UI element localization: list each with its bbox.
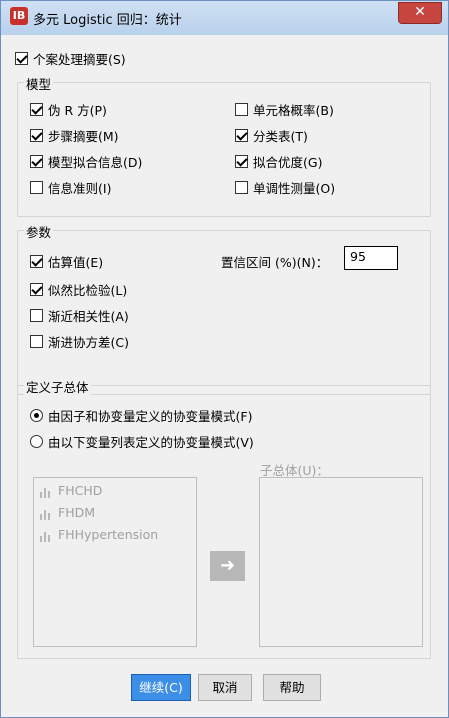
model-group-legend: 模型 [24, 74, 54, 93]
pseudo-r2-checkbox[interactable]: 伪 R 方(P) [30, 100, 107, 119]
case-summary-checkbox[interactable]: 个案处理摘要(S) [15, 49, 126, 68]
classification-table-check-icon[interactable] [235, 129, 248, 142]
cell-prob-checkbox[interactable]: 单元格概率(B) [235, 100, 334, 119]
asymptotic-cov-label: 渐进协方差(C) [48, 335, 129, 350]
likelihood-ratio-check-icon[interactable] [30, 283, 43, 296]
subpop-group-legend: 定义子总体 [24, 377, 91, 396]
likelihood-ratio-checkbox[interactable]: 似然比检验(L) [30, 280, 127, 299]
classification-table-checkbox[interactable]: 分类表(T) [235, 126, 308, 145]
dialog-window: IB 多元 Logistic 回归：统计 ✕ 个案处理摘要(S) 模型 伪 R … [0, 0, 449, 718]
model-fit-label: 模型拟合信息(D) [48, 155, 143, 170]
pseudo-r2-check-icon[interactable] [30, 103, 43, 116]
monotonicity-label: 单调性测量(O) [253, 181, 336, 196]
continue-button[interactable]: 继续(C) [131, 674, 191, 701]
asymptotic-cov-check-icon[interactable] [30, 335, 43, 348]
estimates-check-icon[interactable] [30, 255, 43, 268]
goodness-of-fit-check-icon[interactable] [235, 155, 248, 168]
variable-source-list[interactable]: FHCHD FHDM FHHypertension [33, 477, 197, 647]
variable-name: FHDM [58, 505, 95, 520]
cancel-button[interactable]: 取消 [198, 674, 252, 701]
model-group: 模型 伪 R 方(P) 步骤摘要(M) 模型拟合信息(D) 信息准则(I) 单元… [17, 74, 431, 217]
info-criteria-check-icon[interactable] [30, 181, 43, 194]
list-item[interactable]: FHDM [38, 505, 95, 520]
scale-variable-icon [38, 484, 53, 498]
step-summary-check-icon[interactable] [30, 129, 43, 142]
help-button[interactable]: 帮助 [263, 674, 321, 701]
goodness-of-fit-checkbox[interactable]: 拟合优度(G) [235, 152, 322, 171]
window-title: 多元 Logistic 回归：统计 [33, 13, 182, 28]
asymptotic-corr-check-icon[interactable] [30, 309, 43, 322]
classification-table-label: 分类表(T) [253, 129, 308, 144]
factor-covariate-radio[interactable]: 由因子和协变量定义的协变量模式(F) [30, 406, 252, 425]
scale-variable-icon [38, 528, 53, 542]
variable-list-label: 由以下变量列表定义的协变量模式(V) [48, 435, 254, 450]
likelihood-ratio-label: 似然比检验(L) [48, 283, 128, 298]
info-criteria-label: 信息准则(I) [48, 181, 112, 196]
dialog-content: 个案处理摘要(S) 模型 伪 R 方(P) 步骤摘要(M) 模型拟合信息(D) … [9, 36, 440, 710]
list-item[interactable]: FHCHD [38, 483, 102, 498]
cell-prob-check-icon[interactable] [235, 103, 248, 116]
variable-list-radio[interactable]: 由以下变量列表定义的协变量模式(V) [30, 432, 254, 451]
pseudo-r2-label: 伪 R 方(P) [48, 103, 107, 118]
info-criteria-checkbox[interactable]: 信息准则(I) [30, 178, 111, 197]
cell-prob-label: 单元格概率(B) [253, 103, 334, 118]
list-item[interactable]: FHHypertension [38, 527, 158, 542]
asymptotic-cov-checkbox[interactable]: 渐进协方差(C) [30, 332, 129, 351]
model-fit-check-icon[interactable] [30, 155, 43, 168]
model-fit-checkbox[interactable]: 模型拟合信息(D) [30, 152, 142, 171]
ci-label: 置信区间 (%)(N)： [221, 255, 329, 270]
step-summary-label: 步骤摘要(M) [48, 129, 119, 144]
move-right-button[interactable]: ➜ [210, 551, 245, 581]
close-button[interactable]: ✕ [398, 2, 442, 24]
variable-list-radio-icon[interactable] [30, 435, 43, 448]
asymptotic-corr-checkbox[interactable]: 渐近相关性(A) [30, 306, 129, 325]
case-summary-label: 个案处理摘要(S) [33, 52, 126, 67]
factor-covariate-radio-icon[interactable] [30, 409, 43, 422]
variable-name: FHCHD [58, 483, 103, 498]
title-bar: IB 多元 Logistic 回归：统计 ✕ [1, 1, 448, 35]
goodness-of-fit-label: 拟合优度(G) [253, 155, 323, 170]
estimates-checkbox[interactable]: 估算值(E) [30, 252, 103, 271]
ci-input[interactable]: 95 [344, 246, 398, 270]
variable-name: FHHypertension [58, 527, 159, 542]
monotonicity-checkbox[interactable]: 单调性测量(O) [235, 178, 335, 197]
spss-app-icon: IB [10, 7, 28, 25]
scale-variable-icon [38, 506, 53, 520]
asymptotic-corr-label: 渐近相关性(A) [48, 309, 129, 324]
subpop-target-list[interactable] [259, 477, 423, 647]
factor-covariate-label: 由因子和协变量定义的协变量模式(F) [48, 409, 253, 424]
params-group-legend: 参数 [24, 222, 54, 241]
monotonicity-check-icon[interactable] [235, 181, 248, 194]
case-summary-check-icon[interactable] [15, 52, 28, 65]
step-summary-checkbox[interactable]: 步骤摘要(M) [30, 126, 119, 145]
estimates-label: 估算值(E) [48, 255, 104, 270]
